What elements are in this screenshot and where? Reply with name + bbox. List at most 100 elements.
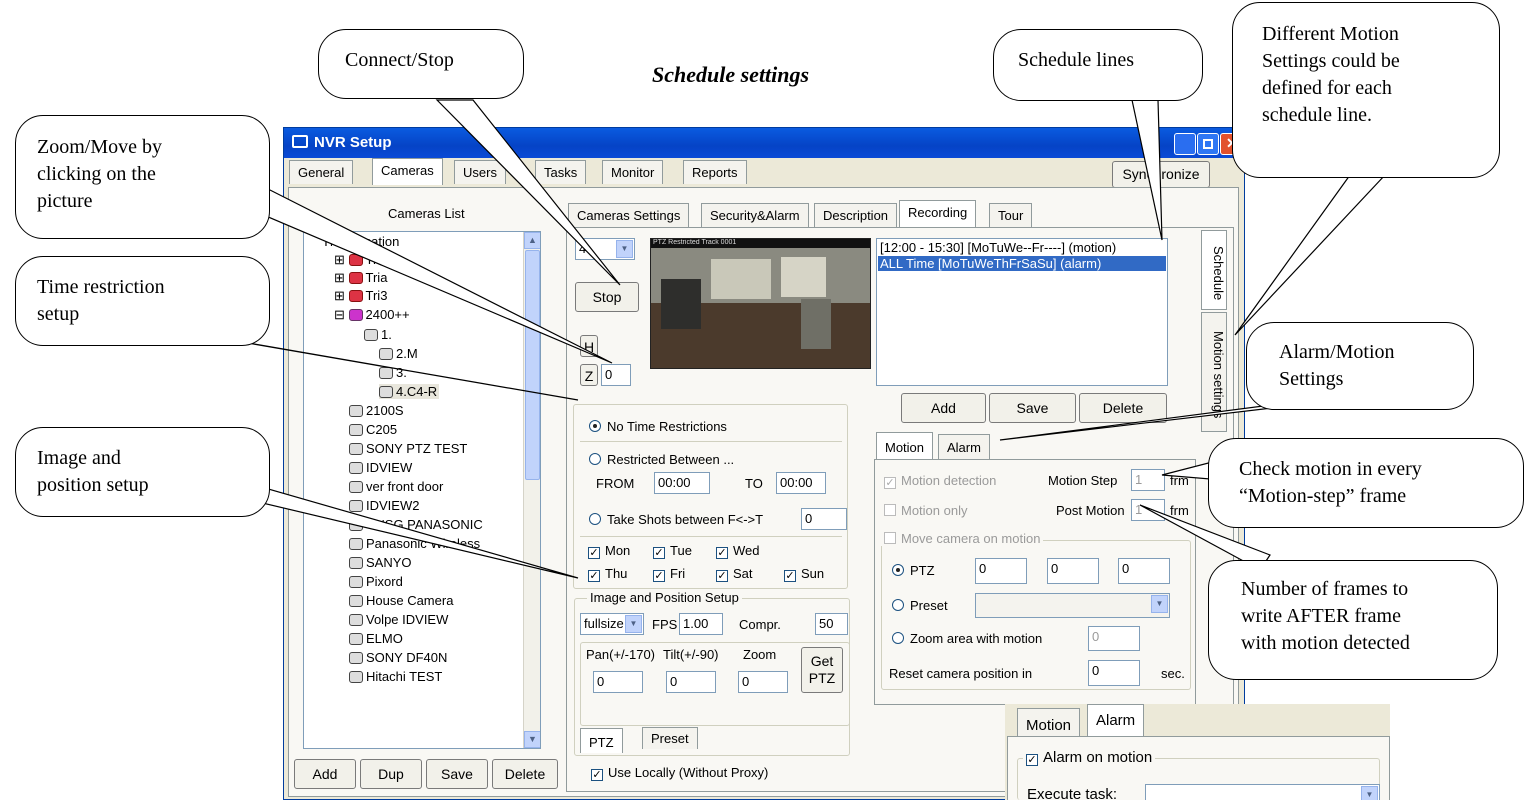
- h-button[interactable]: H: [580, 335, 598, 357]
- z-button[interactable]: Z: [580, 364, 598, 386]
- tab-tasks[interactable]: Tasks: [535, 160, 587, 184]
- tree-group-tria[interactable]: ⊞ Tria: [334, 270, 387, 286]
- tab-tour[interactable]: Tour: [989, 203, 1033, 227]
- tree-camera[interactable]: ELMO: [349, 631, 403, 646]
- day-fri-checkbox[interactable]: ✓ Fri: [653, 566, 685, 582]
- pan-field[interactable]: 0: [593, 671, 643, 693]
- tree-sub-3[interactable]: 3.: [379, 365, 407, 380]
- to-time-field[interactable]: 00:00: [776, 472, 826, 494]
- tab-preset[interactable]: Preset: [642, 727, 698, 749]
- compr-field[interactable]: 50: [815, 613, 848, 635]
- tree-camera[interactable]: IDVIEW: [349, 460, 412, 475]
- tree-camera[interactable]: Hitachi TEST: [349, 669, 442, 684]
- tree-camera[interactable]: House Camera: [349, 593, 453, 608]
- ptz-pan-field[interactable]: 0: [975, 558, 1027, 584]
- add-camera-button[interactable]: Add: [294, 759, 356, 789]
- preset-select[interactable]: ▼: [975, 593, 1170, 618]
- tree-camera[interactable]: ver front door: [349, 479, 443, 494]
- tree-group-2400[interactable]: ⊟ 2400++: [334, 307, 410, 323]
- tilt-field[interactable]: 0: [666, 671, 716, 693]
- tree-camera[interactable]: Panasonic Wireless: [349, 536, 480, 551]
- day-sun-checkbox[interactable]: ✓ Sun: [784, 566, 824, 582]
- tree-sub-4[interactable]: 4.C4-R: [379, 384, 440, 399]
- tree-camera[interactable]: IDVIEW2: [349, 498, 419, 513]
- scroll-thumb[interactable]: [525, 250, 540, 480]
- image-size-select[interactable]: fullsize ▼: [580, 613, 644, 635]
- schedule-line-selected[interactable]: ALL Time [MoTuWeThFrSaSu] (alarm): [878, 256, 1166, 271]
- stop-button[interactable]: Stop: [575, 282, 639, 312]
- tree-camera[interactable]: Volpe IDVIEW: [349, 612, 448, 627]
- tab-reports[interactable]: Reports: [683, 160, 747, 184]
- day-wed-checkbox[interactable]: ✓ Wed: [716, 543, 760, 559]
- tab-monitor[interactable]: Monitor: [602, 160, 664, 184]
- schedule-save-button[interactable]: Save: [989, 393, 1076, 423]
- use-locally-checkbox[interactable]: ✓ Use Locally (Without Proxy): [591, 765, 768, 781]
- tab-cameras[interactable]: Cameras: [372, 158, 443, 185]
- tab-ptz[interactable]: PTZ: [580, 728, 623, 753]
- tab-recording[interactable]: Recording: [899, 200, 977, 227]
- channel-select[interactable]: 4 ▼: [575, 238, 635, 260]
- tree-camera[interactable]: SONY PTZ TEST: [349, 441, 467, 456]
- inset-tab-alarm[interactable]: Alarm: [1087, 704, 1145, 737]
- no-time-restrictions-radio[interactable]: No Time Restrictions: [589, 419, 727, 434]
- tree-group-tri3[interactable]: ⊞ Tri3: [334, 288, 387, 304]
- tree-group-tri1[interactable]: ⊞ Tri1: [334, 252, 387, 268]
- tab-security-alarm[interactable]: Security&Alarm: [701, 203, 809, 227]
- tree-camera[interactable]: 2100S: [349, 403, 404, 418]
- motion-step-field[interactable]: 1: [1131, 469, 1165, 491]
- from-time-field[interactable]: 00:00: [654, 472, 710, 494]
- day-tue-checkbox[interactable]: ✓ Tue: [653, 543, 692, 559]
- move-camera-checkbox[interactable]: Move camera on motion: [881, 531, 1044, 546]
- schedule-add-button[interactable]: Add: [901, 393, 986, 423]
- tab-motion-settings[interactable]: Motion settings: [1201, 312, 1227, 432]
- day-sat-checkbox[interactable]: ✓ Sat: [716, 566, 753, 582]
- tab-users[interactable]: Users: [454, 160, 506, 184]
- tree-root[interactable]: This Location: [322, 234, 399, 249]
- minimize-button[interactable]: [1174, 133, 1196, 155]
- zoom-field[interactable]: 0: [738, 671, 788, 693]
- synchronize-button[interactable]: Synchronize: [1112, 161, 1210, 188]
- alarm-on-motion-checkbox[interactable]: ✓ Alarm on motion: [1023, 749, 1156, 766]
- tree-camera[interactable]: Pixord: [349, 574, 403, 589]
- get-ptz-button[interactable]: Get PTZ: [801, 647, 843, 693]
- dup-camera-button[interactable]: Dup: [360, 759, 422, 789]
- zoom-area-radio[interactable]: Zoom area with motion: [892, 631, 1042, 646]
- schedule-line[interactable]: [12:00 - 15:30] [MoTuWe--Fr----] (motion…: [880, 240, 1116, 255]
- ptz-zoom-field[interactable]: 0: [1118, 558, 1170, 584]
- shots-value-field[interactable]: 0: [801, 508, 847, 530]
- z-value-field[interactable]: 0: [601, 364, 631, 386]
- post-motion-field[interactable]: 1: [1131, 499, 1165, 521]
- camera-video[interactable]: PTZ Restricted Track 0001: [650, 238, 871, 369]
- delete-camera-button[interactable]: Delete: [492, 759, 558, 789]
- motion-only-checkbox[interactable]: Motion only: [884, 503, 967, 518]
- tab-schedule[interactable]: Schedule: [1201, 230, 1227, 310]
- zoom-area-field[interactable]: 0: [1088, 626, 1140, 651]
- fps-field[interactable]: 1.00: [679, 613, 723, 635]
- tree-sub-1[interactable]: 1.: [364, 327, 392, 342]
- day-mon-checkbox[interactable]: ✓ Mon: [588, 543, 630, 559]
- tab-cameras-settings[interactable]: Cameras Settings: [568, 203, 690, 227]
- execute-task-select[interactable]: ▼: [1145, 784, 1380, 800]
- tree-camera[interactable]: CNSG PANASONIC: [349, 517, 483, 532]
- tree-camera[interactable]: SONY DF40N: [349, 650, 447, 665]
- tree-sub-2[interactable]: 2.M: [379, 346, 418, 361]
- scroll-up-icon[interactable]: ▲: [524, 232, 540, 249]
- restricted-between-radio[interactable]: Restricted Between ...: [589, 452, 734, 467]
- ptz-radio[interactable]: PTZ: [892, 563, 935, 578]
- ptz-tilt-field[interactable]: 0: [1047, 558, 1099, 584]
- tab-alarm[interactable]: Alarm: [938, 434, 990, 459]
- preset-radio[interactable]: Preset: [892, 598, 948, 613]
- maximize-button[interactable]: [1197, 133, 1219, 155]
- tree-camera[interactable]: C205: [349, 422, 397, 437]
- tab-general[interactable]: General: [289, 160, 354, 184]
- tree-camera[interactable]: SANYO: [349, 555, 412, 570]
- scroll-down-icon[interactable]: ▼: [524, 731, 540, 748]
- inset-tab-motion[interactable]: Motion: [1017, 708, 1081, 736]
- take-shots-radio[interactable]: Take Shots between F<->T: [589, 512, 763, 527]
- schedule-delete-button[interactable]: Delete: [1079, 393, 1167, 423]
- tree-scrollbar[interactable]: ▲ ▼: [523, 232, 540, 748]
- motion-detection-checkbox[interactable]: ✓ Motion detection: [884, 473, 996, 489]
- day-thu-checkbox[interactable]: ✓ Thu: [588, 566, 627, 582]
- save-camera-button[interactable]: Save: [426, 759, 488, 789]
- reset-position-field[interactable]: 0: [1088, 660, 1140, 686]
